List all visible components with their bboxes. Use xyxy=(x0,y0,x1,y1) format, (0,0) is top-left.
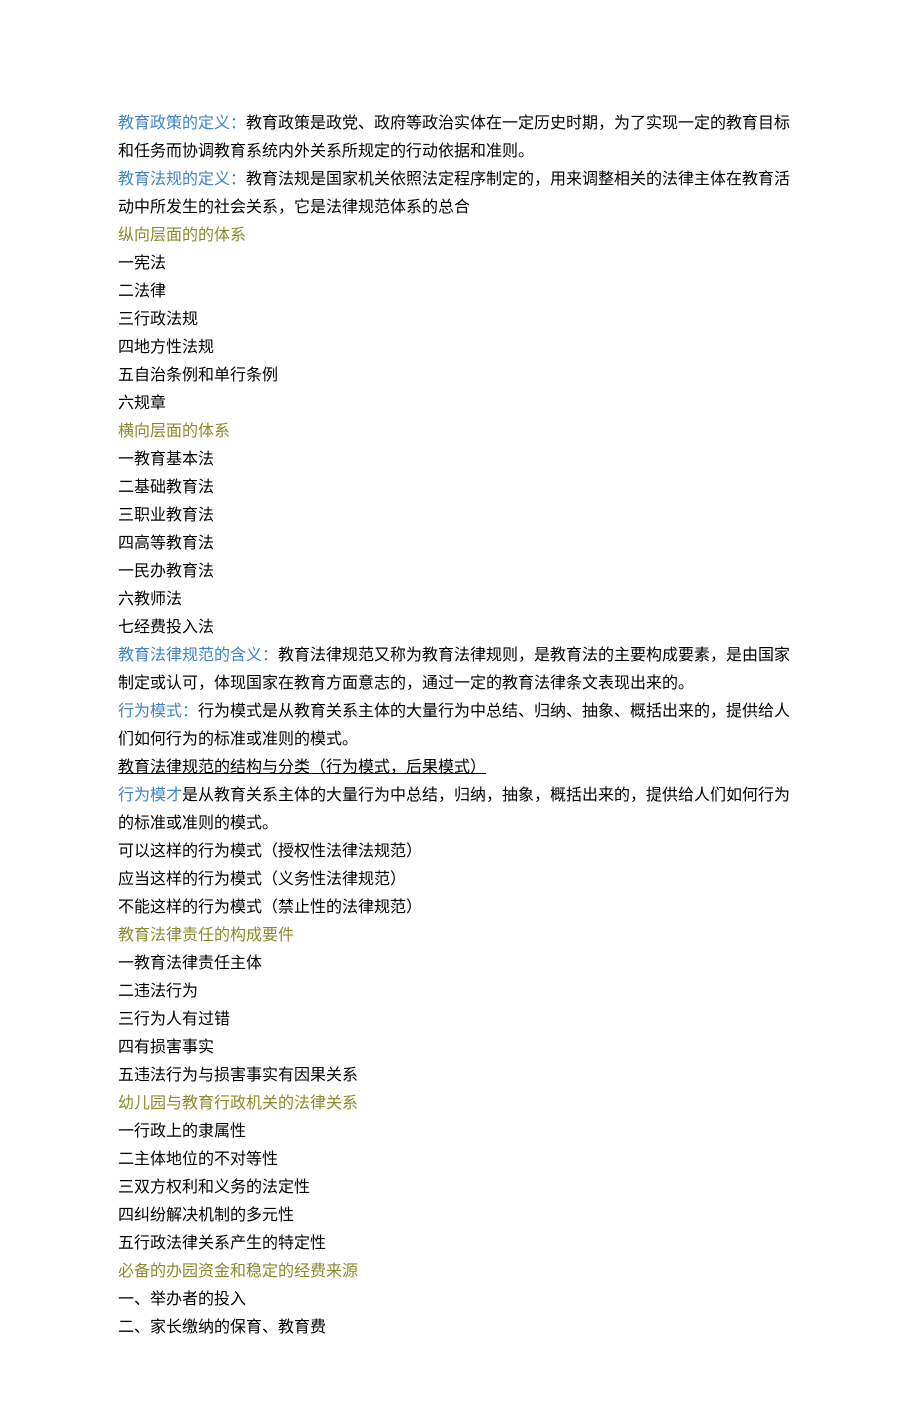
horizontal-item-4: 四高等教育法 xyxy=(118,530,802,558)
behavior-mode-label: 行为模式： xyxy=(118,703,198,720)
policy-definition: 教育政策的定义：教育政策是政党、政府等政治实体在一定历史时期，为了实现一定的教育… xyxy=(118,110,802,166)
horizontal-item-3: 三职业教育法 xyxy=(118,502,802,530)
behavior-mode: 行为模式：行为模式是从教育关系主体的大量行为中总结、归纳、抽象、概括出来的，提供… xyxy=(118,698,802,754)
liability-item-3: 三行为人有过错 xyxy=(118,1006,802,1034)
kindergarten-item-4: 四纠纷解决机制的多元性 xyxy=(118,1202,802,1230)
liability-item-5: 五违法行为与损害事实有因果关系 xyxy=(118,1062,802,1090)
mode-type-3: 不能这样的行为模式（禁止性的法律规范） xyxy=(118,894,802,922)
liability-elements-title: 教育法律责任的构成要件 xyxy=(118,922,802,950)
legal-norm-label: 教育法律规范的含义： xyxy=(118,647,278,664)
behavior-mode-text: 行为模式是从教育关系主体的大量行为中总结、归纳、抽象、概括出来的，提供给人们如何… xyxy=(118,703,790,748)
liability-item-4: 四有损害事实 xyxy=(118,1034,802,1062)
horizontal-system-title: 横向层面的体系 xyxy=(118,418,802,446)
funding-sources-title: 必备的办园资金和稳定的经费来源 xyxy=(118,1258,802,1286)
horizontal-item-5: 一民办教育法 xyxy=(118,558,802,586)
horizontal-item-6: 六教师法 xyxy=(118,586,802,614)
legal-norm-meaning: 教育法律规范的含义：教育法律规范又称为教育法律规则，是教育法的主要构成要素，是由… xyxy=(118,642,802,698)
liability-item-2: 二违法行为 xyxy=(118,978,802,1006)
vertical-item-1: 一宪法 xyxy=(118,250,802,278)
vertical-item-2: 二法律 xyxy=(118,278,802,306)
liability-item-1: 一教育法律责任主体 xyxy=(118,950,802,978)
regulation-definition: 教育法规的定义：教育法规是国家机关依照法定程序制定的，用来调整相关的法律主体在教… xyxy=(118,166,802,222)
funding-item-2: 二、家长缴纳的保育、教育费 xyxy=(118,1314,802,1342)
funding-item-1: 一、举办者的投入 xyxy=(118,1286,802,1314)
vertical-item-5: 五自治条例和单行条例 xyxy=(118,362,802,390)
behavior-talent-label: 行为模才 xyxy=(118,787,182,804)
kindergarten-relation-title: 幼儿园与教育行政机关的法律关系 xyxy=(118,1090,802,1118)
behavior-talent: 行为模才是从教育关系主体的大量行为中总结，归纳，抽象，概括出来的，提供给人们如何… xyxy=(118,782,802,838)
kindergarten-item-3: 三双方权利和义务的法定性 xyxy=(118,1174,802,1202)
vertical-item-3: 三行政法规 xyxy=(118,306,802,334)
vertical-item-4: 四地方性法规 xyxy=(118,334,802,362)
regulation-def-label: 教育法规的定义： xyxy=(118,171,246,188)
kindergarten-item-1: 一行政上的隶属性 xyxy=(118,1118,802,1146)
kindergarten-item-2: 二主体地位的不对等性 xyxy=(118,1146,802,1174)
horizontal-item-7: 七经费投入法 xyxy=(118,614,802,642)
mode-type-2: 应当这样的行为模式（义务性法律规范） xyxy=(118,866,802,894)
horizontal-item-2: 二基础教育法 xyxy=(118,474,802,502)
vertical-item-6: 六规章 xyxy=(118,390,802,418)
structure-classification: 教育法律规范的结构与分类（行为模式，后果模式） xyxy=(118,754,802,782)
policy-def-label: 教育政策的定义： xyxy=(118,115,246,132)
behavior-talent-text: 是从教育关系主体的大量行为中总结，归纳，抽象，概括出来的，提供给人们如何行为的标… xyxy=(118,787,790,832)
vertical-system-title: 纵向层面的的体系 xyxy=(118,222,802,250)
horizontal-item-1: 一教育基本法 xyxy=(118,446,802,474)
mode-type-1: 可以这样的行为模式（授权性法律法规范） xyxy=(118,838,802,866)
kindergarten-item-5: 五行政法律关系产生的特定性 xyxy=(118,1230,802,1258)
